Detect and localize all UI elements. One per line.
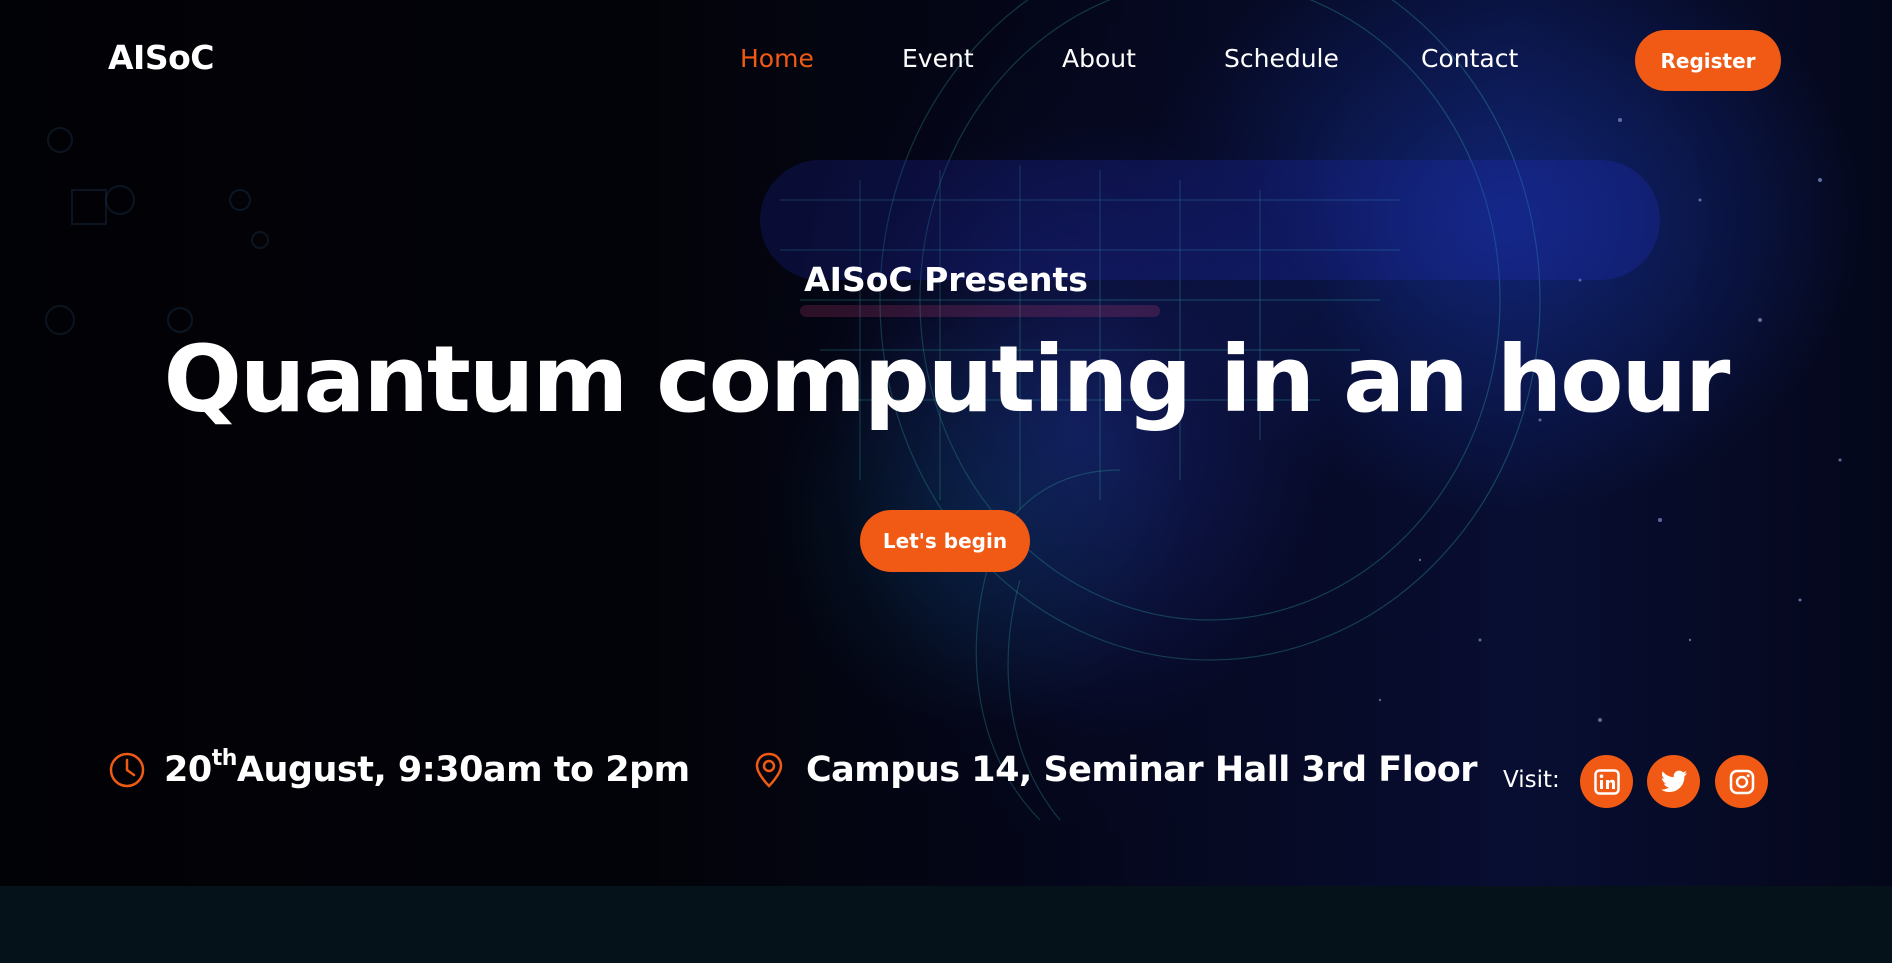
date-suffix: th [211, 746, 238, 771]
nav-link-home[interactable]: Home [740, 44, 814, 73]
site-logo[interactable]: AISoC [108, 38, 214, 77]
date-day: 20 [164, 750, 212, 790]
hero-presents: AISoC Presents [804, 260, 1088, 299]
instagram-icon [1729, 769, 1754, 794]
date-rest: August, 9:30am to 2pm [236, 750, 690, 790]
lets-begin-button[interactable]: Let's begin [860, 510, 1030, 572]
linkedin-button[interactable] [1580, 755, 1633, 808]
event-date-text: 20thAugust, 9:30am to 2pm [164, 748, 690, 791]
nav-link-contact[interactable]: Contact [1421, 44, 1518, 73]
instagram-button[interactable] [1715, 755, 1768, 808]
location-pin-icon [750, 751, 788, 789]
next-section-strip [0, 886, 1892, 963]
hero-section: AISoC Home Event About Schedule Contact … [0, 0, 1892, 886]
visit-label: Visit: [1503, 767, 1560, 793]
event-date: 20thAugust, 9:30am to 2pm [108, 748, 690, 791]
nav-link-schedule[interactable]: Schedule [1224, 44, 1339, 73]
twitter-button[interactable] [1647, 755, 1700, 808]
hero-headline: Quantum computing in an hour [163, 326, 1731, 433]
nav-link-about[interactable]: About [1062, 44, 1136, 73]
top-navigation: AISoC Home Event About Schedule Contact … [0, 0, 1892, 124]
clock-icon [108, 751, 146, 789]
event-venue-text: Campus 14, Seminar Hall 3rd Floor [806, 750, 1478, 790]
register-button[interactable]: Register [1635, 30, 1781, 91]
event-venue: Campus 14, Seminar Hall 3rd Floor [750, 750, 1478, 790]
linkedin-icon [1593, 768, 1620, 795]
nav-link-event[interactable]: Event [902, 44, 974, 73]
twitter-icon [1660, 770, 1687, 792]
